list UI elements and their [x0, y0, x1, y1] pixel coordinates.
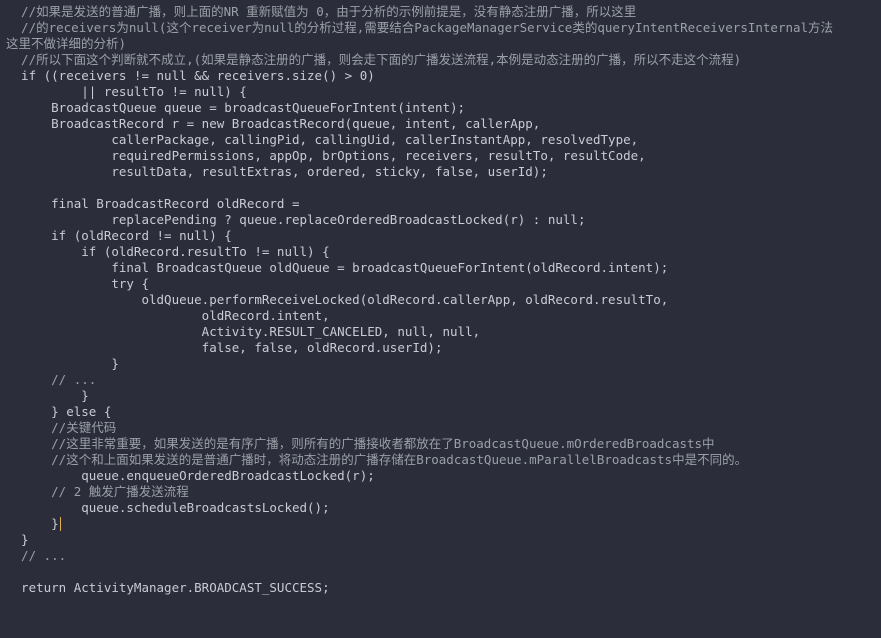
code-line: // ...: [6, 548, 875, 564]
code-line: //如果是发送的普通广播，则上面的NR 重新赋值为 0，由于分析的示例前提是，没…: [6, 4, 875, 20]
code-line: // 2 触发广播发送流程: [6, 484, 875, 500]
code-line: requiredPermissions, appOp, brOptions, r…: [6, 148, 875, 164]
code-line: }: [6, 532, 875, 548]
code-line: if (oldRecord.resultTo != null) {: [6, 244, 875, 260]
code-line: }: [6, 516, 875, 532]
text-cursor: [60, 517, 61, 531]
code-line: resultData, resultExtras, ordered, stick…: [6, 164, 875, 180]
code-line: replacePending ? queue.replaceOrderedBro…: [6, 212, 875, 228]
code-line: // ...: [6, 372, 875, 388]
code-editor[interactable]: //如果是发送的普通广播，则上面的NR 重新赋值为 0，由于分析的示例前提是，没…: [0, 0, 881, 600]
code-line: } else {: [6, 404, 875, 420]
code-line: return ActivityManager.BROADCAST_SUCCESS…: [6, 580, 875, 596]
code-line: queue.enqueueOrderedBroadcastLocked(r);: [6, 468, 875, 484]
code-line: final BroadcastRecord oldRecord =: [6, 196, 875, 212]
code-line: callerPackage, callingPid, callingUid, c…: [6, 132, 875, 148]
code-line: try {: [6, 276, 875, 292]
code-line: [6, 564, 875, 580]
code-line: 这里不做详细的分析): [6, 36, 875, 52]
code-line: queue.scheduleBroadcastsLocked();: [6, 500, 875, 516]
code-line: //这里非常重要，如果发送的是有序广播，则所有的广播接收者都放在了Broadca…: [6, 436, 875, 452]
code-line: BroadcastRecord r = new BroadcastRecord(…: [6, 116, 875, 132]
code-line: //的receivers为null(这个receiver为null的分析过程,需…: [6, 20, 875, 36]
code-line: //所以下面这个判断就不成立,(如果是静态注册的广播，则会走下面的广播发送流程,…: [6, 52, 875, 68]
code-line: || resultTo != null) {: [6, 84, 875, 100]
code-line: [6, 180, 875, 196]
code-line: final BroadcastQueue oldQueue = broadcas…: [6, 260, 875, 276]
code-line: if (oldRecord != null) {: [6, 228, 875, 244]
code-line: oldRecord.intent,: [6, 308, 875, 324]
code-line: }: [6, 356, 875, 372]
code-line: false, false, oldRecord.userId);: [6, 340, 875, 356]
code-line: //关键代码: [6, 420, 875, 436]
code-line: Activity.RESULT_CANCELED, null, null,: [6, 324, 875, 340]
code-line: oldQueue.performReceiveLocked(oldRecord.…: [6, 292, 875, 308]
code-line: }: [6, 388, 875, 404]
code-line: BroadcastQueue queue = broadcastQueueFor…: [6, 100, 875, 116]
code-line: //这个和上面如果发送的是普通广播时，将动态注册的广播存储在BroadcastQ…: [6, 452, 875, 468]
code-line: if ((receivers != null && receivers.size…: [6, 68, 875, 84]
